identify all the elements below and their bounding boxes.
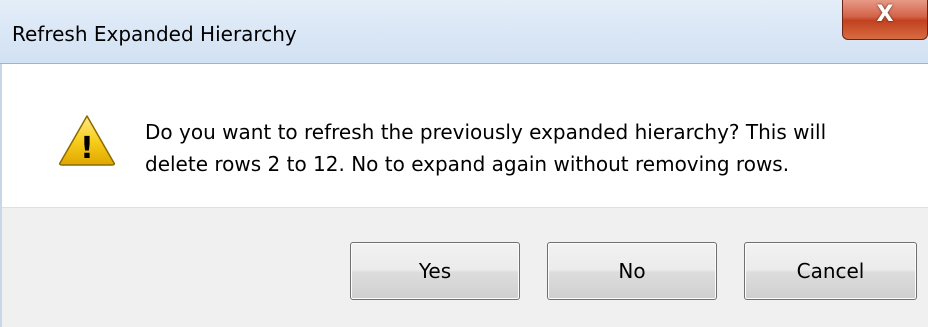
warning-icon: ! [59, 115, 115, 166]
message-line-2: delete rows 2 to 12. No to expand again … [145, 152, 790, 176]
close-icon: X [876, 2, 894, 27]
warning-glyph: ! [80, 131, 94, 166]
window-title: Refresh Expanded Hierarchy [12, 22, 297, 46]
cancel-button[interactable]: Cancel [744, 242, 917, 300]
close-button[interactable]: X [842, 0, 928, 40]
message-line-1: Do you want to refresh the previously ex… [145, 120, 827, 144]
title-bar[interactable]: Refresh Expanded Hierarchy X [0, 0, 928, 64]
yes-button[interactable]: Yes [350, 242, 520, 300]
no-button[interactable]: No [547, 242, 717, 300]
message-text: Do you want to refresh the previously ex… [145, 116, 905, 180]
